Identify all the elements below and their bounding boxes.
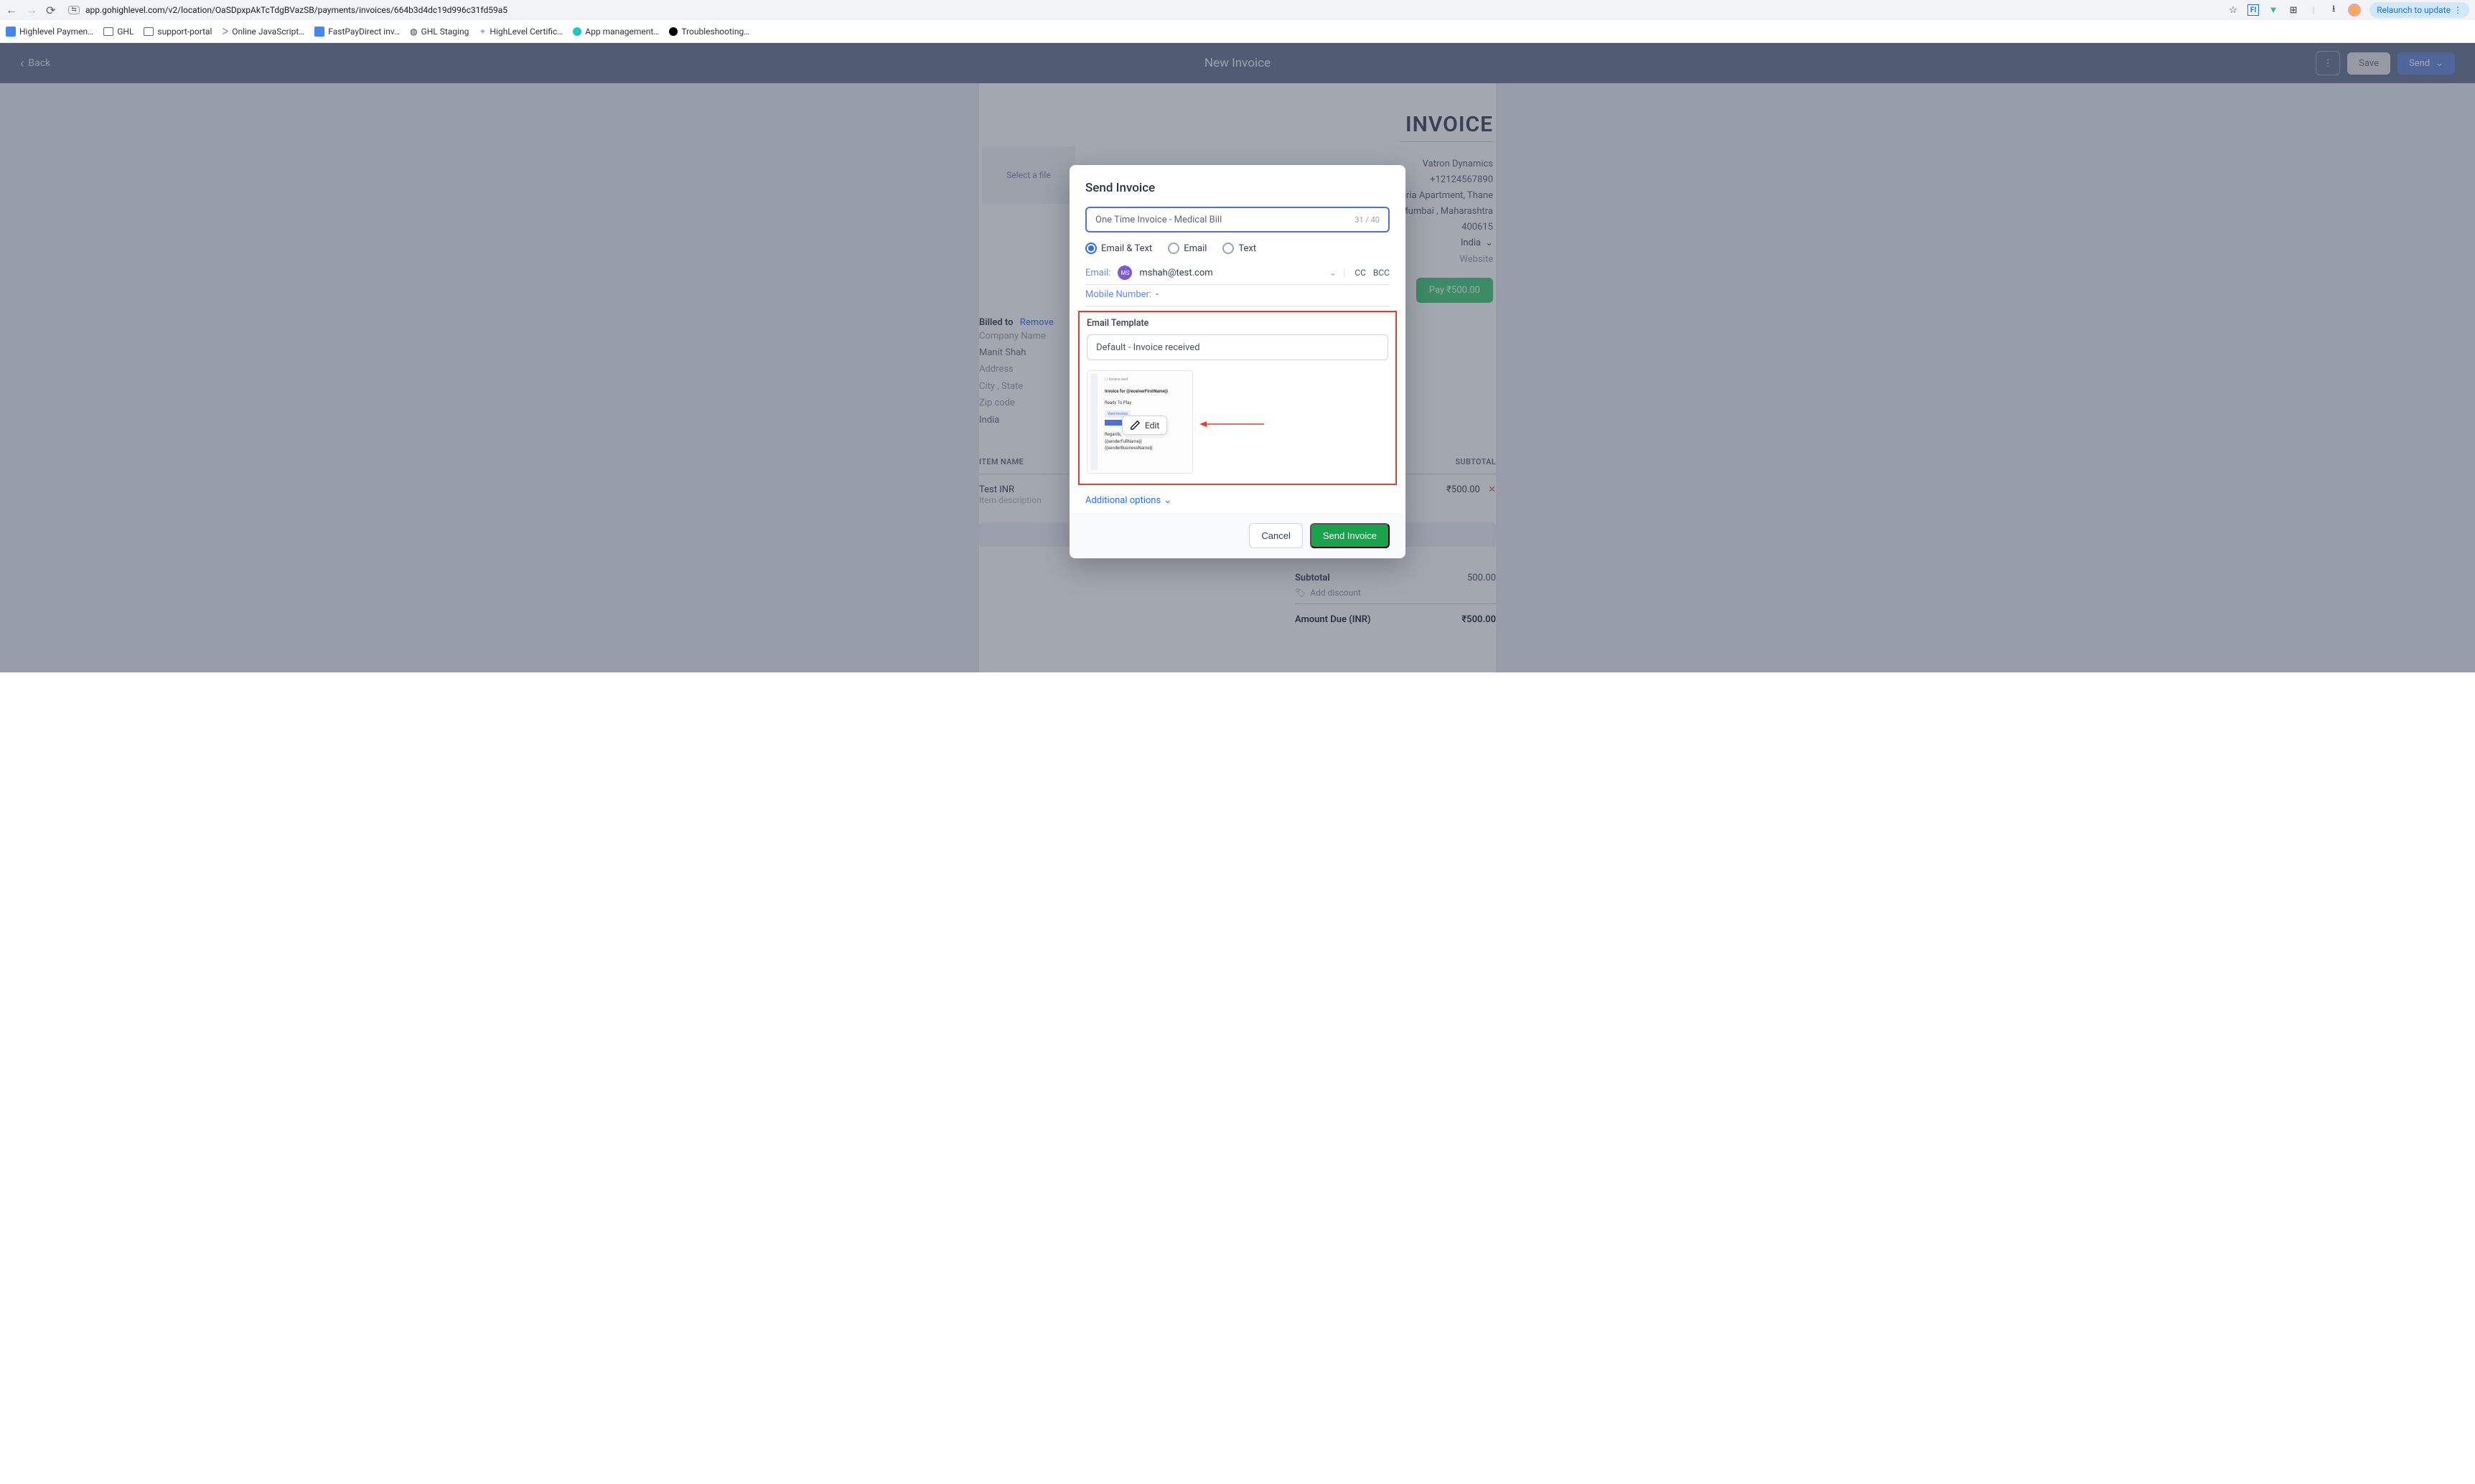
bookmark-item[interactable]: ᐳ Online JavaScript… [222, 27, 304, 37]
relaunch-label: Relaunch to update [2377, 5, 2451, 15]
radio-icon [1222, 243, 1234, 254]
browser-toolbar: ← → ⟳ ⇆ app.gohighlevel.com/v2/location/… [0, 0, 2475, 20]
cc-button[interactable]: CC [1355, 268, 1366, 278]
radio-email[interactable]: Email [1168, 243, 1207, 254]
email-value: mshah@test.com [1139, 268, 1212, 278]
radio-label: Email & Text [1101, 243, 1152, 254]
folder-icon [103, 27, 113, 36]
template-select[interactable]: Default - Invoice received [1087, 334, 1388, 360]
preview-line: {{senderBusinessName}} [1105, 445, 1187, 452]
doc-icon [314, 27, 324, 37]
pencil-icon [1130, 420, 1141, 431]
additional-options-label: Additional options [1085, 495, 1161, 506]
bookmark-item[interactable]: ◍ GHL Staging [410, 27, 469, 37]
cancel-button[interactable]: Cancel [1249, 523, 1302, 548]
bookmark-label: support-portal [157, 27, 212, 37]
mobile-value: - [1156, 289, 1159, 300]
arrow-annotation-icon [1199, 421, 1264, 428]
globe-icon: ◍ [410, 27, 417, 37]
template-value: Default - Invoice received [1096, 342, 1200, 353]
template-preview[interactable]: ☐ Invoice sent Invoice for {{receiverFir… [1087, 370, 1193, 474]
bookmark-label: GHL [117, 27, 134, 37]
extension-fi-icon[interactable]: FI [2247, 4, 2259, 16]
url-text: app.gohighlevel.com/v2/location/OaSDpxpA… [85, 5, 507, 15]
js-icon: ᐳ [222, 27, 228, 37]
bookmark-label: Troubleshooting… [681, 27, 749, 37]
folder-icon [144, 27, 154, 36]
forward-arrow-icon[interactable]: → [26, 3, 37, 17]
preview-line: Invoice for {{receiverFirstName}} [1105, 388, 1187, 395]
chevron-down-icon[interactable]: ⌄ [1329, 268, 1337, 278]
additional-options-toggle[interactable]: Additional options ⌄ [1085, 495, 1390, 506]
bookmark-item[interactable]: App management… [573, 27, 659, 37]
reload-icon[interactable]: ⟳ [46, 4, 55, 17]
relaunch-menu-icon: ⋮ [2453, 5, 2462, 15]
relaunch-button[interactable]: Relaunch to update ⋮ [2369, 2, 2469, 18]
bcc-button[interactable]: BCC [1373, 268, 1390, 278]
radio-label: Email [1184, 243, 1207, 254]
bookmark-label: App management… [585, 27, 659, 37]
email-template-section: Email Template Default - Invoice receive… [1078, 311, 1397, 485]
radio-email-text[interactable]: Email & Text [1085, 243, 1152, 254]
char-count: 31 / 40 [1355, 215, 1380, 225]
url-bar[interactable]: ⇆ app.gohighlevel.com/v2/location/OaSDpx… [62, 2, 2220, 18]
chevron-down-icon: ⌄ [1164, 495, 1171, 506]
bookmark-item[interactable]: FastPayDirect inv… [314, 27, 400, 37]
extension-vue-icon[interactable]: ▼ [2268, 4, 2279, 16]
edit-template-button[interactable]: Edit [1122, 415, 1167, 435]
bookmark-label: Highlevel Paymen… [19, 27, 93, 37]
subject-input[interactable]: One Time Invoice - Medical Bill 31 / 40 [1085, 207, 1390, 233]
send-invoice-modal: Send Invoice One Time Invoice - Medical … [1070, 165, 1405, 558]
extensions-icon[interactable]: ⊞ [2288, 4, 2299, 16]
subject-value: One Time Invoice - Medical Bill [1095, 215, 1222, 225]
trouble-icon [669, 27, 678, 36]
preview-line: {{senderFullName}} [1105, 438, 1187, 446]
download-icon[interactable]: ⭳ [2328, 4, 2339, 16]
hl-icon: ✦ [479, 27, 486, 37]
bookmark-item[interactable]: ✦ HighLevel Certific… [479, 27, 563, 37]
bookmark-item[interactable]: Highlevel Paymen… [6, 27, 93, 37]
modal-title: Send Invoice [1085, 181, 1390, 195]
doc-icon [6, 27, 16, 37]
send-invoice-button[interactable]: Send Invoice [1310, 523, 1390, 548]
profile-avatar-icon[interactable] [2348, 4, 2361, 17]
bookmark-label: HighLevel Certific… [490, 27, 563, 37]
bookmark-item[interactable]: support-portal [144, 27, 212, 37]
mobile-label: Mobile Number: [1085, 289, 1151, 300]
bookmark-item[interactable]: GHL [103, 27, 134, 37]
star-icon[interactable]: ☆ [2227, 4, 2239, 16]
back-arrow-icon[interactable]: ← [6, 3, 17, 17]
avatar: MS [1118, 266, 1132, 280]
radio-label: Text [1238, 243, 1256, 254]
radio-text[interactable]: Text [1222, 243, 1256, 254]
template-label: Email Template [1087, 318, 1388, 329]
bookmark-label: Online JavaScript… [232, 27, 304, 37]
divider: | [2308, 4, 2319, 16]
site-info-icon[interactable]: ⇆ [68, 6, 80, 14]
bookmark-item[interactable]: Troubleshooting… [669, 27, 749, 37]
bookmark-label: FastPayDirect inv… [328, 27, 400, 37]
preview-line: Ready To Play [1105, 400, 1187, 407]
edit-label: Edit [1145, 421, 1159, 431]
radio-icon [1168, 243, 1179, 254]
bookmarks-bar: Highlevel Paymen… GHL support-portal ᐳ On… [0, 20, 2475, 43]
bookmark-label: GHL Staging [421, 27, 469, 37]
app-icon [573, 27, 581, 36]
radio-icon [1085, 243, 1097, 254]
email-label: Email: [1085, 268, 1110, 278]
